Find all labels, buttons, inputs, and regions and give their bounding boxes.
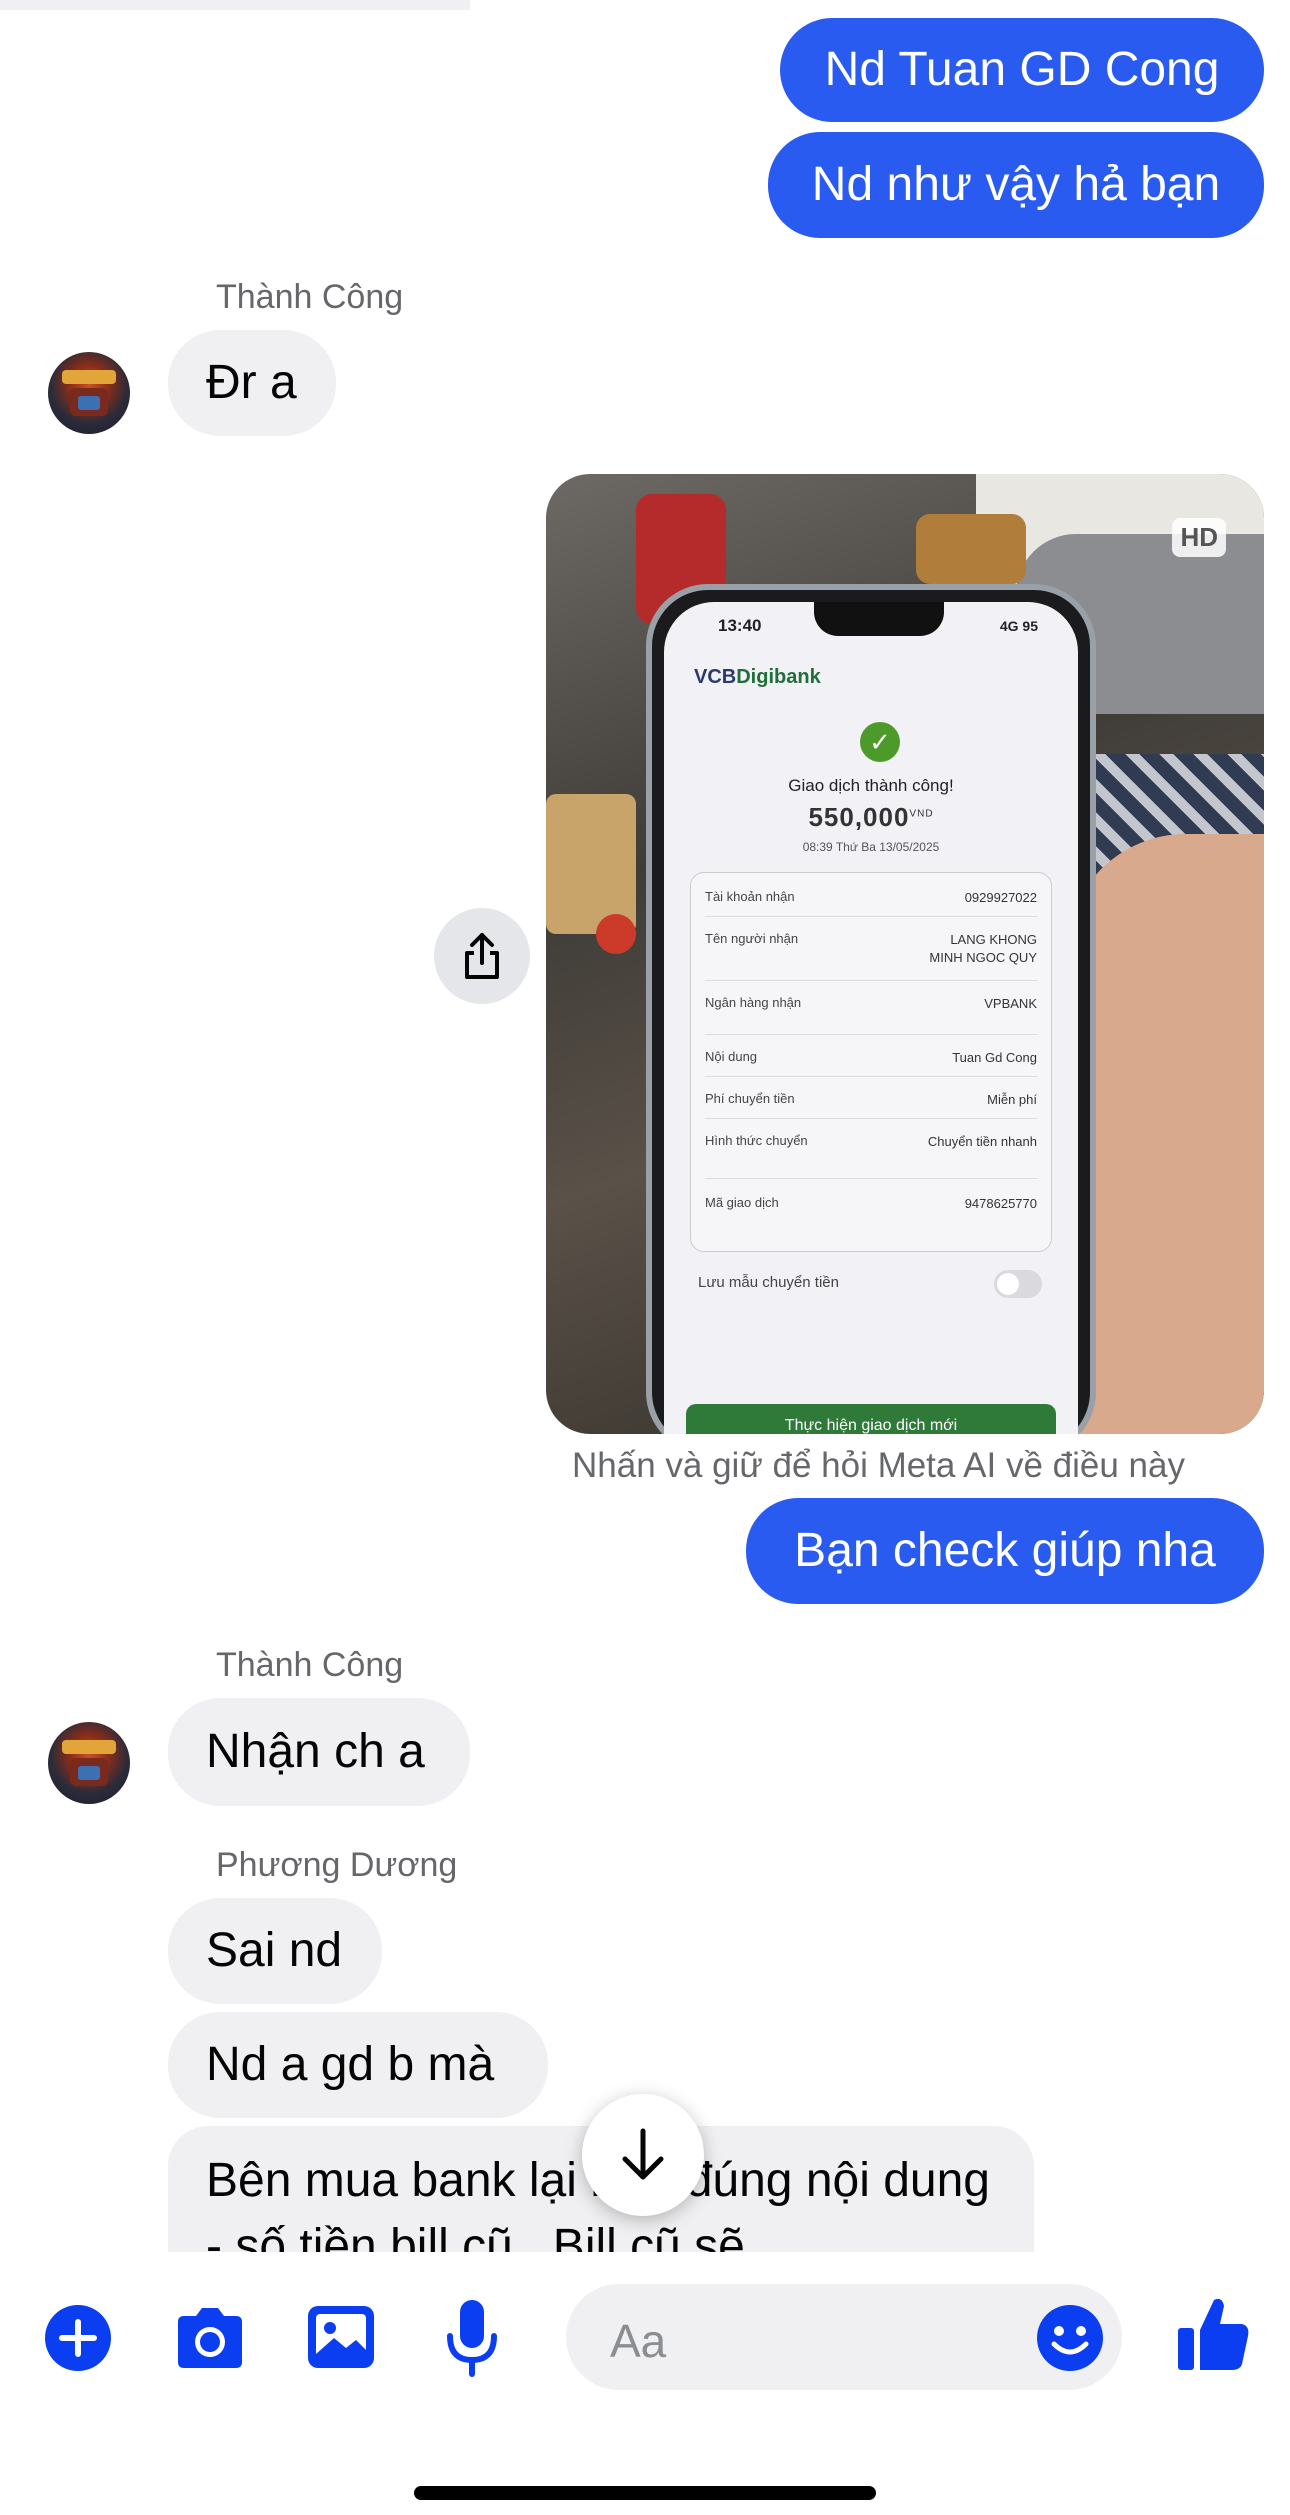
messenger-chat-screen: Nd Tuan GD Cong Nd như vậy hả bạn Thành … xyxy=(0,0,1290,2515)
message-input[interactable]: Aa xyxy=(566,2284,1122,2390)
arrow-down-icon xyxy=(622,2128,664,2180)
previous-message-edge xyxy=(0,0,470,10)
outgoing-message[interactable]: Bạn check giúp nha xyxy=(746,1498,1264,1604)
save-template-label: Lưu mẫu chuyển tiền xyxy=(698,1274,839,1291)
plus-button[interactable] xyxy=(44,2304,112,2372)
message-text: Nd Tuan GD Cong xyxy=(824,43,1220,97)
meta-ai-hint: Nhấn và giữ để hỏi Meta AI về điều này xyxy=(572,1446,1185,1485)
message-text: Nhận ch a xyxy=(206,1725,425,1779)
voice-button[interactable] xyxy=(444,2298,500,2378)
phone-time: 13:40 xyxy=(718,616,762,635)
transaction-date: 08:39 Thứ Ba 13/05/2025 xyxy=(802,840,940,854)
outgoing-message[interactable]: Nd như vậy hả bạn xyxy=(768,132,1264,238)
success-check-icon: ✓ xyxy=(860,722,900,762)
like-button[interactable] xyxy=(1176,2294,1250,2374)
message-input-placeholder: Aa xyxy=(610,2315,667,2367)
plus-icon xyxy=(45,2305,111,2371)
incoming-message[interactable]: Nhận ch a xyxy=(168,1698,470,1806)
transaction-details: Tài khoản nhận 0929927022 Tên người nhận L… xyxy=(690,872,1052,1252)
message-text: Đr a xyxy=(206,356,297,410)
incoming-message[interactable]: Nd a gd b mà xyxy=(168,2012,548,2118)
message-text: Nd như vậy hả bạn xyxy=(811,158,1221,212)
save-template-toggle xyxy=(994,1270,1042,1298)
scroll-to-bottom-button[interactable] xyxy=(582,2094,704,2216)
message-text: Nd a gd b mà xyxy=(206,2038,495,2092)
message-composer: Aa xyxy=(0,2252,1290,2515)
message-text: Sai nd xyxy=(206,1924,343,1978)
shared-photo[interactable]: HD 13:40 4G 95 VCBDigibank ✓ Giao dịch t… xyxy=(546,474,1264,1434)
incoming-message[interactable]: Đr a xyxy=(168,330,336,436)
microphone-icon xyxy=(447,2300,497,2377)
new-transaction-button: Thực hiện giao dịch mới xyxy=(686,1404,1056,1434)
thumbs-up-icon xyxy=(1178,2298,1249,2370)
camera-icon xyxy=(178,2308,242,2368)
message-text: Bạn check giúp nha xyxy=(794,1524,1216,1578)
avatar[interactable] xyxy=(48,352,130,434)
gallery-button[interactable] xyxy=(306,2304,376,2370)
sender-name: Thành Công xyxy=(216,278,404,316)
outgoing-message[interactable]: Nd Tuan GD Cong xyxy=(780,18,1264,122)
phone-in-photo: 13:40 4G 95 VCBDigibank ✓ Giao dịch thàn… xyxy=(646,584,1096,1434)
image-icon xyxy=(308,2306,374,2368)
emoji-button[interactable] xyxy=(1036,2304,1104,2372)
sender-name: Phương Dương xyxy=(216,1846,458,1884)
sender-name: Thành Công xyxy=(216,1646,404,1684)
home-indicator xyxy=(414,2486,876,2500)
transaction-title: Giao dịch thành công! xyxy=(788,776,954,795)
emoji-icon xyxy=(1037,2305,1103,2371)
incoming-message[interactable]: Sai nd xyxy=(168,1898,382,2004)
bank-logo: VCBDigibank xyxy=(694,666,821,688)
share-icon xyxy=(465,933,499,979)
hd-badge: HD xyxy=(1172,518,1226,557)
phone-status: 4G 95 xyxy=(999,618,1038,634)
share-button[interactable] xyxy=(434,908,530,1004)
transaction-amount: 550,000VND xyxy=(808,802,934,832)
camera-button[interactable] xyxy=(172,2306,248,2370)
avatar[interactable] xyxy=(48,1722,130,1804)
